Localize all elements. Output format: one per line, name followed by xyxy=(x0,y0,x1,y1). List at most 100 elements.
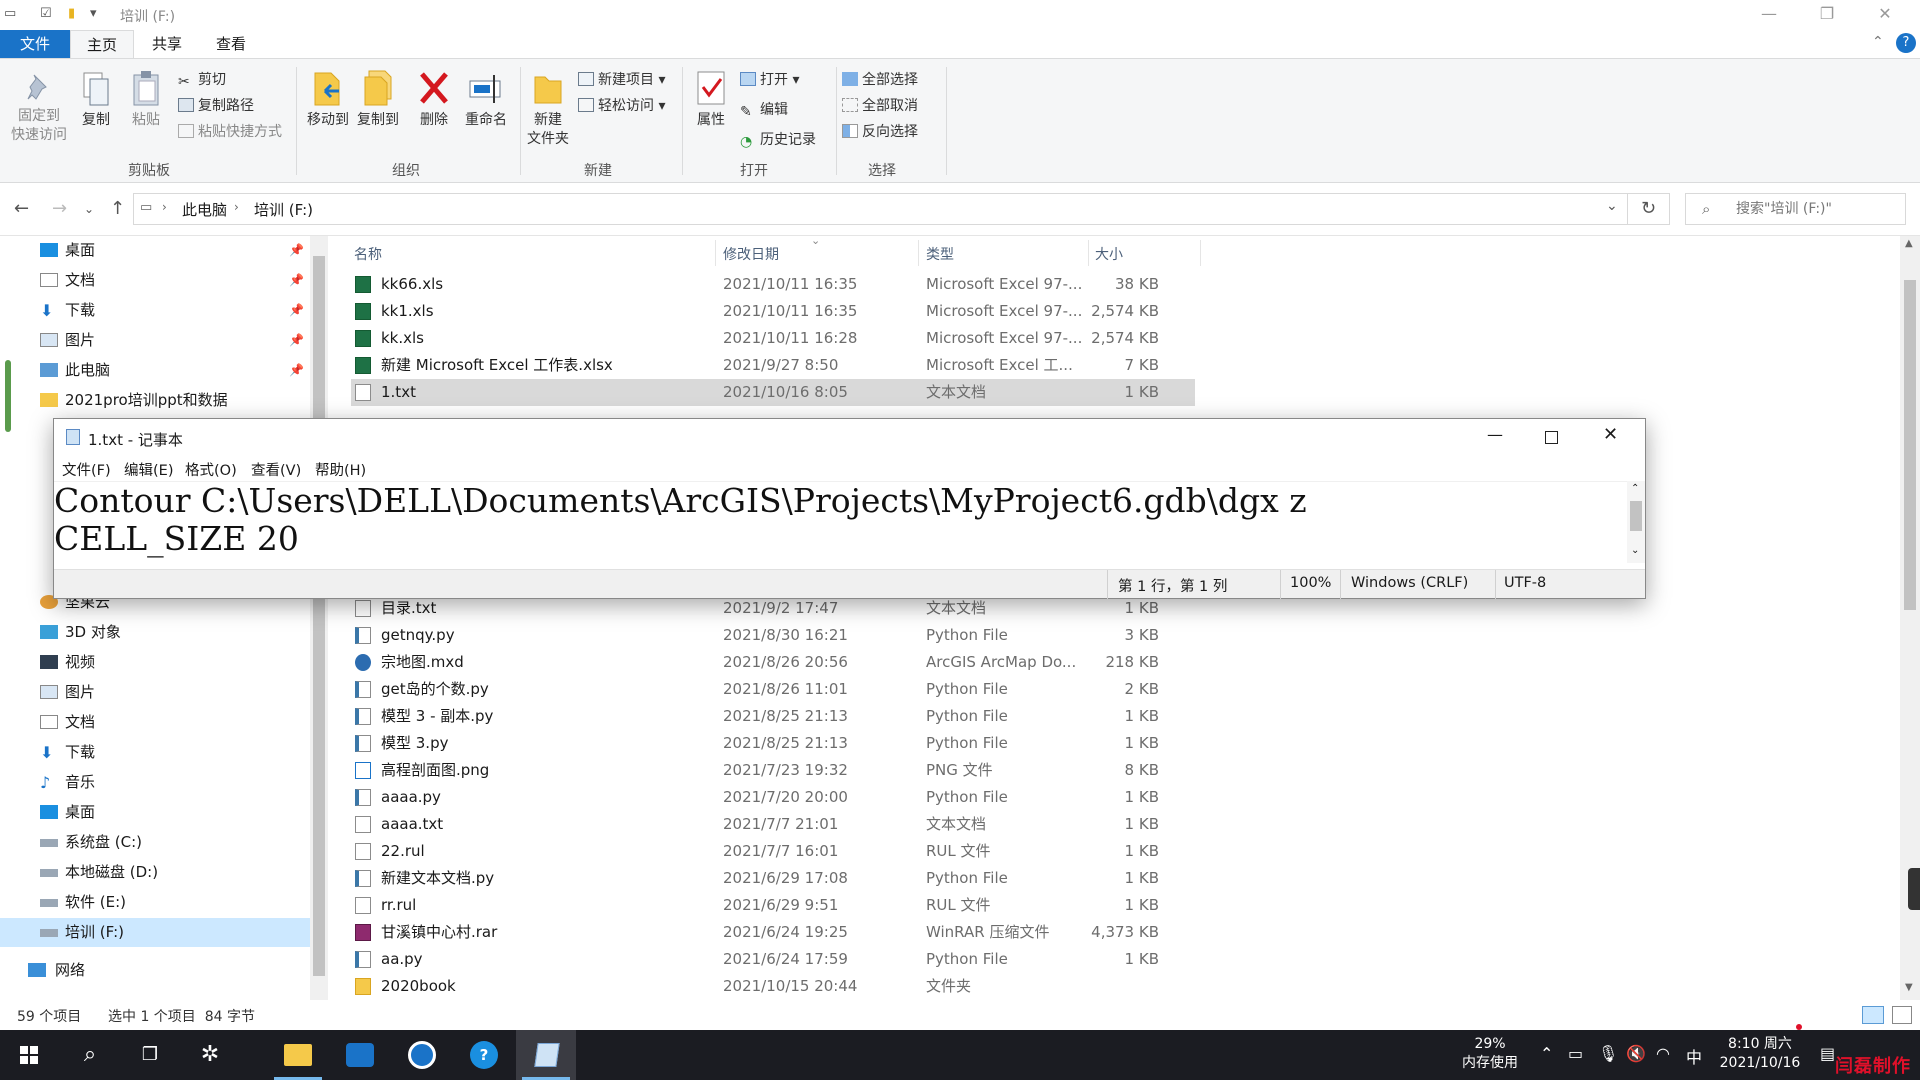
file-scroll-thumb[interactable] xyxy=(1904,280,1916,610)
tab-view[interactable]: 查看 xyxy=(204,30,258,58)
nav-item-pictures[interactable]: 图片 xyxy=(0,678,310,707)
microphone-icon[interactable]: 🎙 xyxy=(1598,1044,1618,1063)
notepad-scrollbar[interactable]: ⌃ ⌄ xyxy=(1627,481,1645,563)
nav-scrollbar[interactable] xyxy=(310,236,328,1000)
edit-button[interactable]: ✎ 编辑 xyxy=(740,99,788,120)
tab-file[interactable]: 文件 xyxy=(0,30,70,58)
history-button[interactable]: ◔ 历史记录 xyxy=(740,129,816,150)
nav-item-network[interactable]: 网络 xyxy=(0,956,310,985)
wifi-icon[interactable]: ◠ xyxy=(1656,1044,1670,1063)
task-view-icon[interactable]: ❐ xyxy=(120,1030,180,1080)
nav-item-music[interactable]: ♪ 音乐 xyxy=(0,768,310,797)
column-type[interactable]: 类型 xyxy=(926,244,954,264)
nav-item-folder[interactable]: 2021pro培训ppt和数据 xyxy=(0,386,310,415)
scroll-down-icon[interactable]: ⌄ xyxy=(1631,545,1639,556)
close-button[interactable]: ✕ xyxy=(1856,0,1914,30)
refresh-button[interactable]: ↻ xyxy=(1628,193,1670,225)
chevron-right-icon[interactable]: › xyxy=(234,200,239,214)
file-row[interactable]: kk66.xls 2021/10/11 16:35 Microsoft Excel … xyxy=(351,271,1195,298)
file-row[interactable]: getnqy.py 2021/8/30 16:21 Python File 3 KB xyxy=(351,622,1195,649)
side-handle[interactable] xyxy=(5,360,11,432)
move-to-button[interactable]: 移动到 xyxy=(304,69,352,130)
memory-usage[interactable]: 29% 内存使用 xyxy=(1450,1035,1530,1073)
file-row[interactable]: aaaa.py 2021/7/20 20:00 Python File 1 KB xyxy=(351,784,1195,811)
forward-arrow-icon[interactable]: → xyxy=(52,198,67,219)
new-folder-quick-icon[interactable]: ▮ xyxy=(68,6,75,21)
new-folder-button[interactable]: 新建 文件夹 xyxy=(522,69,574,149)
nav-item-desktop-pinned[interactable]: 桌面 📌 xyxy=(0,236,310,265)
menu-file[interactable]: 文件(F) xyxy=(62,459,111,480)
tab-share[interactable]: 共享 xyxy=(140,30,194,58)
nav-item-desktop[interactable]: 桌面 xyxy=(0,798,310,827)
column-separator[interactable] xyxy=(918,240,919,266)
help-app-button[interactable]: ? xyxy=(454,1030,514,1080)
notification-center-icon[interactable]: ▤ xyxy=(1820,1044,1835,1063)
nav-item-this-pc-pinned[interactable]: 此电脑 📌 xyxy=(0,356,310,385)
nav-item-drive-d[interactable]: 本地磁盘 (D:) xyxy=(0,858,310,887)
notepad-text-area[interactable]: Contour C:\Users\DELL\Documents\ArcGIS\P… xyxy=(54,481,1628,563)
breadcrumb-drive[interactable]: 培训 (F:) xyxy=(254,199,313,220)
details-view-icon[interactable] xyxy=(1862,1006,1884,1024)
recent-locations-icon[interactable]: ⌄ xyxy=(84,202,94,216)
volume-muted-icon[interactable]: 🔇 xyxy=(1626,1044,1646,1063)
nav-scroll-thumb[interactable] xyxy=(313,256,325,976)
clock[interactable]: 8:10 周六 2021/10/16 xyxy=(1700,1035,1820,1073)
customize-toolbar-icon[interactable]: ▾ xyxy=(90,6,97,21)
paste-shortcut-button[interactable]: 粘贴快捷方式 xyxy=(178,121,282,141)
nav-item-downloads-pinned[interactable]: ⬇ 下载 📌 xyxy=(0,296,310,325)
search-icon[interactable]: ⌕ xyxy=(60,1030,120,1080)
file-row[interactable]: aaaa.txt 2021/7/7 21:01 文本文档 1 KB xyxy=(351,811,1195,838)
cut-button[interactable]: ✂ 剪切 xyxy=(178,69,226,90)
select-none-button[interactable]: 全部取消 xyxy=(842,95,918,115)
nav-item-drive-e[interactable]: 软件 (E:) xyxy=(0,888,310,917)
side-panel-handle[interactable] xyxy=(1908,868,1920,910)
large-icons-view-icon[interactable] xyxy=(1892,1006,1912,1024)
file-row[interactable]: 目录.txt 2021/9/2 17:47 文本文档 1 KB xyxy=(351,595,1195,622)
copy-path-button[interactable]: 复制路径 xyxy=(178,95,254,115)
copy-to-button[interactable]: 复制到 xyxy=(354,69,402,130)
notepad-maximize-button[interactable] xyxy=(1545,431,1558,444)
paste-button[interactable]: 粘贴 xyxy=(126,69,166,130)
nav-item-pictures-pinned[interactable]: 图片 📌 xyxy=(0,326,310,355)
column-separator[interactable] xyxy=(1088,240,1089,266)
invert-selection-button[interactable]: 反向选择 xyxy=(842,121,918,141)
start-button[interactable] xyxy=(0,1030,60,1080)
nav-item-videos[interactable]: 视频 xyxy=(0,648,310,677)
nav-item-downloads[interactable]: ⬇ 下载 xyxy=(0,738,310,767)
file-row[interactable]: 2020book 2021/10/15 20:44 文件夹 xyxy=(351,973,1195,1000)
file-row[interactable]: 新建 Microsoft Excel 工作表.xlsx 2021/9/27 8:5… xyxy=(351,352,1195,379)
column-size[interactable]: 大小 xyxy=(1095,244,1123,264)
column-name[interactable]: 名称 xyxy=(354,244,382,264)
file-row[interactable]: 模型 3 - 副本.py 2021/8/25 21:13 Python File 1 … xyxy=(351,703,1195,730)
file-explorer-taskbar-button[interactable] xyxy=(268,1030,328,1080)
file-row[interactable]: get岛的个数.py 2021/8/26 11:01 Python File 2 KB xyxy=(351,676,1195,703)
menu-edit[interactable]: 编辑(E) xyxy=(124,459,173,480)
file-row[interactable]: 甘溪镇中心村.rar 2021/6/24 19:25 WinRAR 压缩文件 4,37… xyxy=(351,919,1195,946)
column-separator[interactable] xyxy=(715,240,716,266)
back-arrow-icon[interactable]: ← xyxy=(14,198,29,219)
notepad-title-bar[interactable]: 1.txt - 记事本 — ✕ xyxy=(54,419,1645,455)
new-item-button[interactable]: 新建项目 ▾ xyxy=(578,69,665,89)
breadcrumb-this-pc[interactable]: 此电脑 xyxy=(182,199,227,220)
notepad-scroll-thumb[interactable] xyxy=(1630,501,1642,531)
file-row[interactable]: 高程剖面图.png 2021/7/23 19:32 PNG 文件 8 KB xyxy=(351,757,1195,784)
scroll-up-icon[interactable]: ⌃ xyxy=(1631,483,1639,494)
notepad-taskbar-button[interactable] xyxy=(516,1030,576,1080)
scroll-down-icon[interactable]: ▼ xyxy=(1905,982,1913,993)
file-row[interactable]: 模型 3.py 2021/8/25 21:13 Python File 1 KB xyxy=(351,730,1195,757)
nav-item-drive-f[interactable]: 培训 (F:) xyxy=(0,918,310,947)
notepad-window[interactable]: 1.txt - 记事本 — ✕ 文件(F) 编辑(E) 格式(O) 查看(V) … xyxy=(53,418,1646,599)
scroll-up-icon[interactable]: ▲ xyxy=(1905,238,1913,249)
collapse-ribbon-icon[interactable]: ⌃ xyxy=(1872,34,1884,50)
nav-item-documents[interactable]: 文档 xyxy=(0,708,310,737)
help-icon[interactable]: ? xyxy=(1896,33,1916,53)
properties-button[interactable]: 属性 xyxy=(688,69,734,130)
file-row[interactable]: rr.rul 2021/6/29 9:51 RUL 文件 1 KB xyxy=(351,892,1195,919)
chevron-right-icon[interactable]: › xyxy=(162,200,167,214)
menu-view[interactable]: 查看(V) xyxy=(251,459,301,480)
file-row[interactable]: 1.txt 2021/10/16 8:05 文本文档 1 KB xyxy=(351,379,1195,406)
properties-quick-icon[interactable]: ☑ xyxy=(40,6,52,21)
menu-format[interactable]: 格式(O) xyxy=(185,459,237,480)
easy-access-button[interactable]: 轻松访问 ▾ xyxy=(578,95,665,115)
battery-icon[interactable]: ▭ xyxy=(1568,1044,1583,1063)
